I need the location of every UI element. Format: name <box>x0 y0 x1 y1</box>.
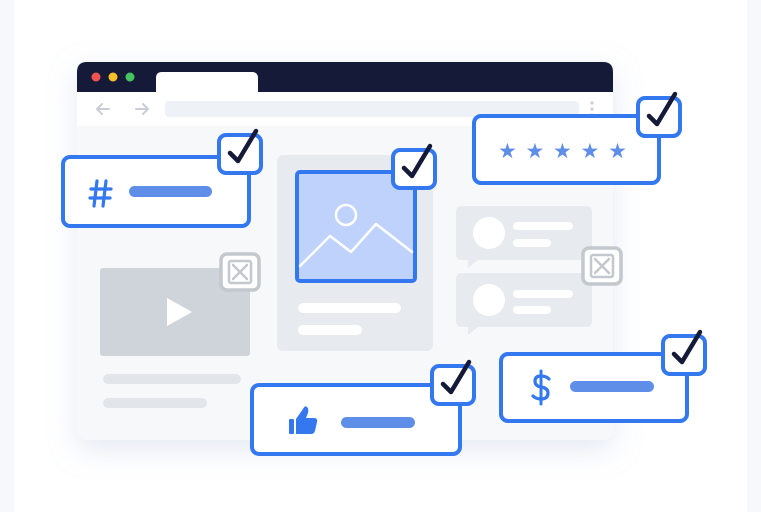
avatar <box>473 217 505 249</box>
text-line <box>298 325 362 335</box>
star-icon: ★ <box>525 139 546 163</box>
star-icon: ★ <box>580 139 601 163</box>
reject-x-icon <box>219 252 261 292</box>
text-line <box>513 306 551 314</box>
comment-bubble <box>456 206 592 268</box>
text-line <box>513 239 551 247</box>
browser-tab <box>156 72 258 92</box>
check-icon <box>217 128 263 175</box>
avatar <box>473 284 505 316</box>
text-line <box>298 303 401 313</box>
check-icon <box>661 329 707 376</box>
text-line <box>103 398 207 408</box>
maximize-dot-icon <box>125 72 135 82</box>
star-icon: ★ <box>498 139 518 163</box>
like-card <box>250 383 462 456</box>
text-line <box>341 417 415 428</box>
moderation-illustration <box>61 60 707 456</box>
close-dot-icon <box>91 72 101 82</box>
text-line <box>570 381 654 392</box>
text-line <box>513 290 573 298</box>
check-icon <box>636 91 682 138</box>
check-icon <box>391 143 437 190</box>
check-icon <box>430 359 476 406</box>
star-icon: ★ <box>608 139 628 163</box>
price-card <box>499 352 689 423</box>
text-line <box>129 186 212 197</box>
reject-x-icon <box>581 246 623 286</box>
text-line <box>513 222 573 230</box>
comment-bubble <box>456 273 592 335</box>
text-line <box>103 374 241 384</box>
minimize-dot-icon <box>108 72 118 82</box>
star-icon: ★ <box>553 139 573 163</box>
five-star-rating: ★ ★ ★ ★ ★ <box>498 139 638 163</box>
